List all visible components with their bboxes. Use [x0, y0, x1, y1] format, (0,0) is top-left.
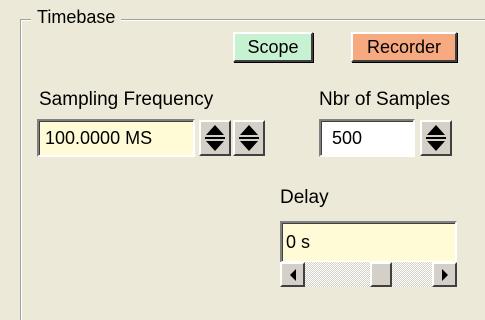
nbr-of-samples-spinner[interactable]	[420, 120, 452, 156]
spinner-divider	[239, 137, 259, 139]
scrollbar-thumb[interactable]	[370, 262, 392, 287]
sampling-frequency-field[interactable]: 100.0000 MS	[37, 119, 195, 157]
arrow-down-icon	[206, 141, 224, 151]
arrow-left-icon	[289, 268, 296, 281]
sampling-frequency-spinner-fine[interactable]	[233, 120, 265, 156]
delay-scrollbar[interactable]	[280, 262, 457, 287]
nbr-of-samples-label: Nbr of Samples	[319, 89, 450, 110]
scroll-right-button[interactable]	[432, 262, 457, 287]
arrow-up-icon	[206, 125, 224, 135]
arrow-up-icon	[240, 125, 258, 135]
scope-button[interactable]: Scope	[233, 32, 313, 62]
delay-label: Delay	[280, 187, 329, 208]
spinner-divider	[205, 137, 225, 139]
arrow-down-icon	[240, 141, 258, 151]
nbr-of-samples-field[interactable]: 500	[319, 119, 415, 157]
arrow-up-icon	[427, 125, 445, 135]
sampling-frequency-label: Sampling Frequency	[39, 89, 214, 110]
arrow-right-icon	[441, 268, 448, 281]
delay-field[interactable]: 0 s	[280, 221, 457, 263]
spinner-divider	[426, 137, 446, 139]
recorder-button[interactable]: Recorder	[351, 32, 457, 62]
arrow-down-icon	[427, 141, 445, 151]
timebase-title: Timebase	[31, 6, 122, 28]
sampling-frequency-spinner-coarse[interactable]	[199, 120, 231, 156]
scroll-left-button[interactable]	[280, 262, 305, 287]
